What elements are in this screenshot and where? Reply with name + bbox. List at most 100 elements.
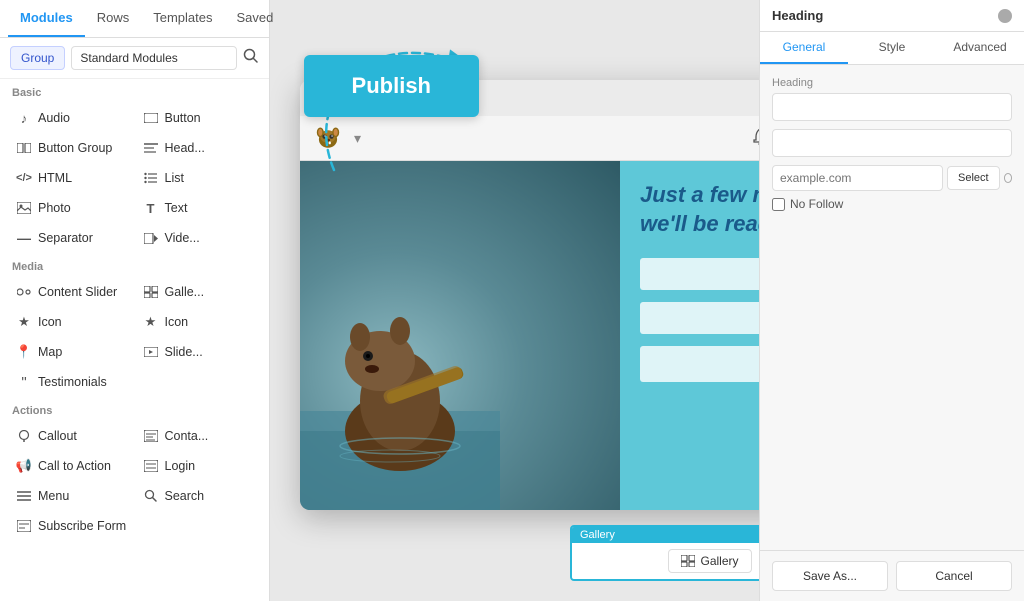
- cancel-button[interactable]: Cancel: [896, 561, 1012, 591]
- module-button[interactable]: Button: [135, 103, 262, 133]
- section-basic-title: Basic: [0, 79, 269, 103]
- left-panel: Modules Rows Templates Saved Group Stand…: [0, 0, 270, 601]
- module-type-select[interactable]: Standard Modules: [71, 46, 237, 70]
- gallery-widget-header: Gallery: [572, 527, 759, 543]
- module-testimonials[interactable]: " Testimonials: [8, 367, 135, 397]
- module-menu[interactable]: Menu: [8, 481, 135, 511]
- module-photo-label: Photo: [38, 201, 71, 215]
- text-icon: T: [143, 200, 159, 216]
- photo-icon: [16, 200, 32, 216]
- nofollow-row: No Follow: [772, 197, 1012, 211]
- form-input-2a[interactable]: [640, 302, 759, 334]
- module-content-slider-label: Content Slider: [38, 285, 117, 299]
- module-gallery[interactable]: Galle...: [135, 277, 262, 307]
- module-separator[interactable]: — Separator: [8, 223, 135, 253]
- nofollow-checkbox[interactable]: [772, 198, 785, 211]
- button-module-icon: [143, 110, 159, 126]
- module-button-group-label: Button Group: [38, 141, 112, 155]
- login-icon: [143, 458, 159, 474]
- right-panel-body: Heading H1H2H3 Select No Follow: [760, 65, 1024, 235]
- module-heading[interactable]: Head...: [135, 133, 262, 163]
- module-search[interactable]: Search: [135, 481, 262, 511]
- module-video-label: Vide...: [165, 231, 200, 245]
- group-button[interactable]: Group: [10, 46, 65, 70]
- module-subscribe-form[interactable]: Subscribe Form: [8, 511, 135, 541]
- module-html-label: HTML: [38, 171, 72, 185]
- main-canvas: Publish: [270, 0, 759, 601]
- form-row-4: [640, 302, 759, 334]
- media-modules-grid: Content Slider Galle... ★ Icon ★ Icon 📍 …: [0, 277, 269, 397]
- link-input[interactable]: [772, 165, 943, 191]
- right-panel-header: Heading: [760, 0, 1024, 32]
- tab-rows[interactable]: Rows: [85, 0, 142, 37]
- module-heading-label: Head...: [165, 141, 205, 155]
- right-panel-tabs: General Style Advanced: [760, 32, 1024, 65]
- module-map-label: Map: [38, 345, 62, 359]
- page-tagline: Just a few more logs and we'll be ready.…: [640, 181, 759, 238]
- minimize-button[interactable]: [998, 9, 1012, 23]
- heading-icon: [143, 140, 159, 156]
- save-as-button[interactable]: Save As...: [772, 561, 888, 591]
- module-icon-2[interactable]: ★ Icon: [135, 307, 262, 337]
- call-to-action-icon: 📢: [16, 458, 32, 474]
- publish-button[interactable]: Publish: [304, 55, 479, 117]
- gallery-inner-button[interactable]: Gallery: [668, 549, 751, 573]
- tab-style[interactable]: Style: [848, 32, 936, 64]
- module-html[interactable]: </> HTML: [8, 163, 135, 193]
- basic-modules-grid: ♪ Audio Button Button Group Head... </> …: [0, 103, 269, 253]
- module-map[interactable]: 📍 Map: [8, 337, 135, 367]
- callout-icon: [16, 428, 32, 444]
- tab-modules[interactable]: Modules: [8, 0, 85, 37]
- module-text[interactable]: T Text: [135, 193, 262, 223]
- module-contact[interactable]: Conta...: [135, 421, 262, 451]
- link-indicator: [1004, 173, 1012, 183]
- icon-module-icon: ★: [16, 314, 32, 330]
- module-subscribe-form-label: Subscribe Form: [38, 519, 126, 533]
- module-audio[interactable]: ♪ Audio: [8, 103, 135, 133]
- module-list[interactable]: List: [135, 163, 262, 193]
- left-panel-toolbar: Group Standard Modules: [0, 38, 269, 79]
- form-email-input[interactable]: [640, 346, 759, 382]
- separator-icon: —: [16, 230, 32, 246]
- heading-size-select[interactable]: H1H2H3: [772, 129, 1012, 157]
- beaver-background: [300, 161, 620, 510]
- tab-saved[interactable]: Saved: [225, 0, 286, 37]
- left-panel-tabs: Modules Rows Templates Saved: [0, 0, 269, 38]
- html-icon: </>: [16, 170, 32, 186]
- actions-modules-grid: Callout Conta... 📢 Call to Action Login …: [0, 421, 269, 541]
- module-separator-label: Separator: [38, 231, 93, 245]
- module-menu-label: Menu: [38, 489, 69, 503]
- module-login[interactable]: Login: [135, 451, 262, 481]
- contact-icon: [143, 428, 159, 444]
- search-modules-button[interactable]: [243, 48, 259, 69]
- menu-icon: [16, 488, 32, 504]
- select-button[interactable]: Select: [947, 166, 1000, 190]
- tab-advanced[interactable]: Advanced: [936, 32, 1024, 64]
- module-content-slider[interactable]: Content Slider: [8, 277, 135, 307]
- nofollow-label: No Follow: [790, 197, 843, 211]
- tab-templates[interactable]: Templates: [141, 0, 224, 37]
- heading-text-input[interactable]: [772, 93, 1012, 121]
- module-button-group[interactable]: Button Group: [8, 133, 135, 163]
- module-slider[interactable]: Slide...: [135, 337, 262, 367]
- gallery-inner-label: Gallery: [700, 554, 738, 568]
- module-photo[interactable]: Photo: [8, 193, 135, 223]
- module-icon[interactable]: ★ Icon: [8, 307, 135, 337]
- module-slider-label: Slide...: [165, 345, 203, 359]
- section-media-title: Media: [0, 253, 269, 277]
- subscribe-form-icon: [16, 518, 32, 534]
- form-input-1[interactable]: [640, 258, 759, 290]
- module-login-label: Login: [165, 459, 196, 473]
- search-icon: [143, 488, 159, 504]
- module-video[interactable]: Vide...: [135, 223, 262, 253]
- module-audio-label: Audio: [38, 111, 70, 125]
- module-call-to-action-label: Call to Action: [38, 459, 111, 473]
- browser-bell-icon[interactable]: [751, 127, 759, 150]
- heading-field-label: Heading: [772, 77, 1012, 89]
- tab-general[interactable]: General: [760, 32, 848, 64]
- slider-icon: [143, 344, 159, 360]
- module-list-label: List: [165, 171, 184, 185]
- module-callout[interactable]: Callout: [8, 421, 135, 451]
- module-call-to-action[interactable]: 📢 Call to Action: [8, 451, 135, 481]
- link-row: Select: [772, 165, 1012, 191]
